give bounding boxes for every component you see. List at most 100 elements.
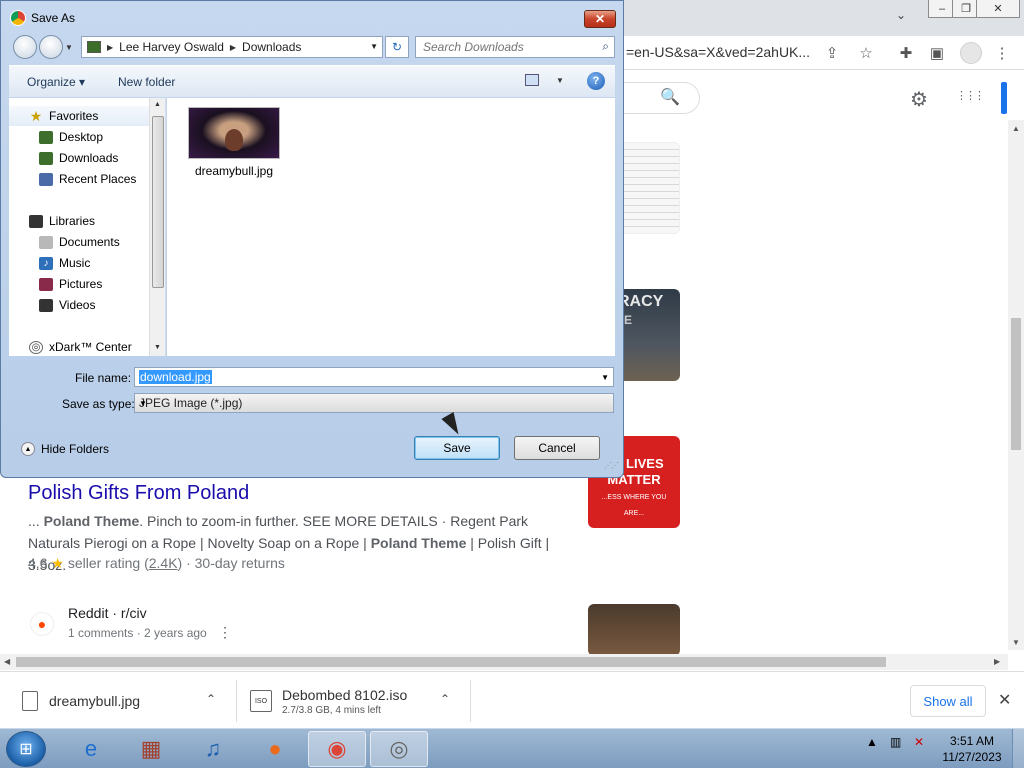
organize-button[interactable]: Organize ▾ <box>27 75 85 89</box>
download-item-debombed[interactable]: ISO Debombed 8102.iso 2.7/3.8 GB, 4 mins… <box>250 681 407 721</box>
search-downloads-box[interactable]: ⌕ <box>415 36 615 58</box>
settings-icon[interactable]: ⚙ <box>910 87 928 112</box>
music-player-icon[interactable]: ♫ <box>184 731 242 767</box>
back-button[interactable] <box>13 35 37 59</box>
hide-folders-button[interactable]: ▲ Hide Folders <box>21 442 109 456</box>
sidebar-item-favorites[interactable]: ★ Favorites <box>9 106 149 126</box>
start-button[interactable]: ⊞ <box>6 731 46 767</box>
page-vertical-scrollbar[interactable]: ▲ ▼ <box>1008 120 1024 650</box>
apps-grid-icon[interactable]: ⋮⋮⋮ <box>956 91 985 102</box>
vertical-scroll-thumb[interactable] <box>1011 318 1021 450</box>
painting-thumbnail[interactable] <box>588 604 680 656</box>
sidebar-item-pictures[interactable]: Pictures <box>9 274 149 294</box>
tab-search-dropdown-icon[interactable]: ⌄ <box>896 8 906 22</box>
scroll-up-arrow-icon[interactable]: ▲ <box>154 101 161 108</box>
profile-avatar[interactable] <box>960 42 982 64</box>
network-icon[interactable]: ▥ <box>890 735 901 749</box>
breadcrumb-downloads[interactable]: Downloads <box>242 40 301 54</box>
help-icon[interactable]: ? <box>587 72 605 90</box>
view-dropdown-icon[interactable]: ▼ <box>556 76 564 85</box>
file-name-dropdown-icon[interactable]: ▼ <box>601 373 609 382</box>
file-list-pane: dreamybull.jpg <box>167 98 615 356</box>
close-downloads-icon[interactable]: ✕ <box>998 690 1011 710</box>
extensions-icon[interactable]: ✚ <box>896 43 916 63</box>
address-bar[interactable]: ▶ Lee Harvey Oswald ▶ Downloads ▼ <box>81 36 383 58</box>
resize-grip[interactable]: ⋰⋰ <box>604 461 619 470</box>
star-icon: ★ <box>29 107 43 124</box>
window-close-button[interactable]: ✕ <box>976 0 1020 18</box>
reddit-source[interactable]: Reddit · r/civ <box>68 605 147 621</box>
sidebar-item-label: Downloads <box>59 151 119 165</box>
show-all-button[interactable]: Show all <box>910 685 986 717</box>
file-thumbnail[interactable] <box>188 107 280 159</box>
chrome-menu-icon[interactable]: ⋮ <box>992 43 1012 63</box>
breadcrumb-separator-icon[interactable]: ▶ <box>230 43 236 52</box>
save-button[interactable]: Save <box>414 436 500 460</box>
file-item-name[interactable]: dreamybull.jpg <box>177 164 291 178</box>
new-folder-button[interactable]: New folder <box>118 75 175 89</box>
recent-locations-dropdown-icon[interactable]: ▼ <box>65 43 73 52</box>
file-name-value[interactable]: download.jpg <box>139 370 212 384</box>
breadcrumb-separator-icon[interactable]: ▶ <box>107 43 113 52</box>
sidebar-item-downloads[interactable]: Downloads <box>9 148 149 168</box>
save-type-dropdown-icon[interactable]: ▼ <box>139 399 609 408</box>
dialog-close-button[interactable]: ✕ <box>584 10 616 28</box>
sidebar-item-documents[interactable]: Documents <box>9 232 149 252</box>
sign-in-button-edge[interactable] <box>1001 82 1007 114</box>
rating-tail: ) · 30-day returns <box>177 555 285 571</box>
omnibox-url[interactable]: =en-US&sa=X&ved=2ahUK... <box>626 44 810 60</box>
search-icon[interactable]: ⌕ <box>602 39 609 54</box>
share-icon[interactable]: ⇪ <box>822 43 842 63</box>
chevron-up-icon[interactable]: ⌃ <box>440 692 450 706</box>
horizontal-scroll-thumb[interactable] <box>16 657 886 667</box>
scroll-up-arrow-icon[interactable]: ▲ <box>1012 124 1020 133</box>
show-desktop-button[interactable] <box>1012 729 1024 768</box>
refresh-button[interactable]: ↻ <box>385 36 409 58</box>
hide-folders-label: Hide Folders <box>41 442 110 456</box>
change-view-icon[interactable] <box>525 74 539 86</box>
nav-pane-scrollbar[interactable]: ▲ ▼ <box>149 98 165 356</box>
taskbar-clock[interactable]: 3:51 AM 11/27/2023 <box>940 733 1004 765</box>
bookmark-star-icon[interactable]: ☆ <box>856 43 876 63</box>
sidebar-item-label: Favorites <box>49 109 99 123</box>
rating-count-link[interactable]: 2.4K <box>149 555 178 571</box>
sidebar-item-recent-places[interactable]: Recent Places <box>9 169 149 189</box>
sidebar-item-label: Pictures <box>59 277 103 291</box>
scroll-right-arrow-icon[interactable]: ▶ <box>994 657 1000 666</box>
sidebar-item-xdark-center[interactable]: ◎ xDark™ Center <box>9 337 149 356</box>
search-icon[interactable]: 🔍 <box>660 87 680 107</box>
scroll-down-arrow-icon[interactable]: ▼ <box>1012 638 1020 647</box>
sidebar-item-libraries[interactable]: Libraries <box>9 211 149 231</box>
star-icon: ★ <box>51 555 64 571</box>
disc-burner-icon[interactable]: ◎ <box>370 731 428 767</box>
page-horizontal-scrollbar[interactable]: ◀ ▶ <box>0 654 1008 670</box>
more-options-icon[interactable]: ⋮ <box>218 624 232 641</box>
clock-date: 11/27/2023 <box>942 750 1002 764</box>
save-as-type-select[interactable]: JPEG Image (*.jpg) ▼ <box>134 393 614 413</box>
breadcrumb-user[interactable]: Lee Harvey Oswald <box>119 40 224 54</box>
seller-rating: 4.6 ★ seller rating (2.4K) · 30-day retu… <box>28 555 285 572</box>
command-bar: Organize ▾ New folder ▼ ? <box>9 65 615 97</box>
scroll-down-arrow-icon[interactable]: ▼ <box>154 344 161 351</box>
cancel-button[interactable]: Cancel <box>514 436 600 460</box>
sidebar-item-desktop[interactable]: Desktop <box>9 127 149 147</box>
chrome-taskbar-icon[interactable]: ◉ <box>308 731 366 767</box>
sidebar-item-videos[interactable]: Videos <box>9 295 149 315</box>
image-file-icon <box>22 691 38 711</box>
nav-scroll-thumb[interactable] <box>152 116 164 288</box>
chevron-up-icon[interactable]: ⌃ <box>206 692 216 706</box>
sidebar-item-music[interactable]: ♪ Music <box>9 253 149 273</box>
search-downloads-input[interactable] <box>423 37 593 57</box>
tray-overflow-icon[interactable]: ▲ <box>866 735 878 749</box>
address-dropdown-icon[interactable]: ▼ <box>370 42 378 51</box>
volume-muted-icon[interactable]: ✕ <box>914 735 924 749</box>
store-icon[interactable]: ▦ <box>122 731 180 767</box>
file-name-combobox[interactable]: download.jpg ▼ <box>134 367 614 387</box>
download-item-dreamybull[interactable]: dreamybull.jpg <box>22 681 140 721</box>
internet-explorer-icon[interactable]: e <box>62 731 120 767</box>
sidebar-icon[interactable]: ▣ <box>927 43 947 63</box>
forward-button[interactable] <box>39 35 63 59</box>
scroll-left-arrow-icon[interactable]: ◀ <box>4 657 10 666</box>
firefox-icon[interactable]: ● <box>246 731 304 767</box>
result-title-link[interactable]: Polish Gifts From Poland <box>28 482 249 505</box>
